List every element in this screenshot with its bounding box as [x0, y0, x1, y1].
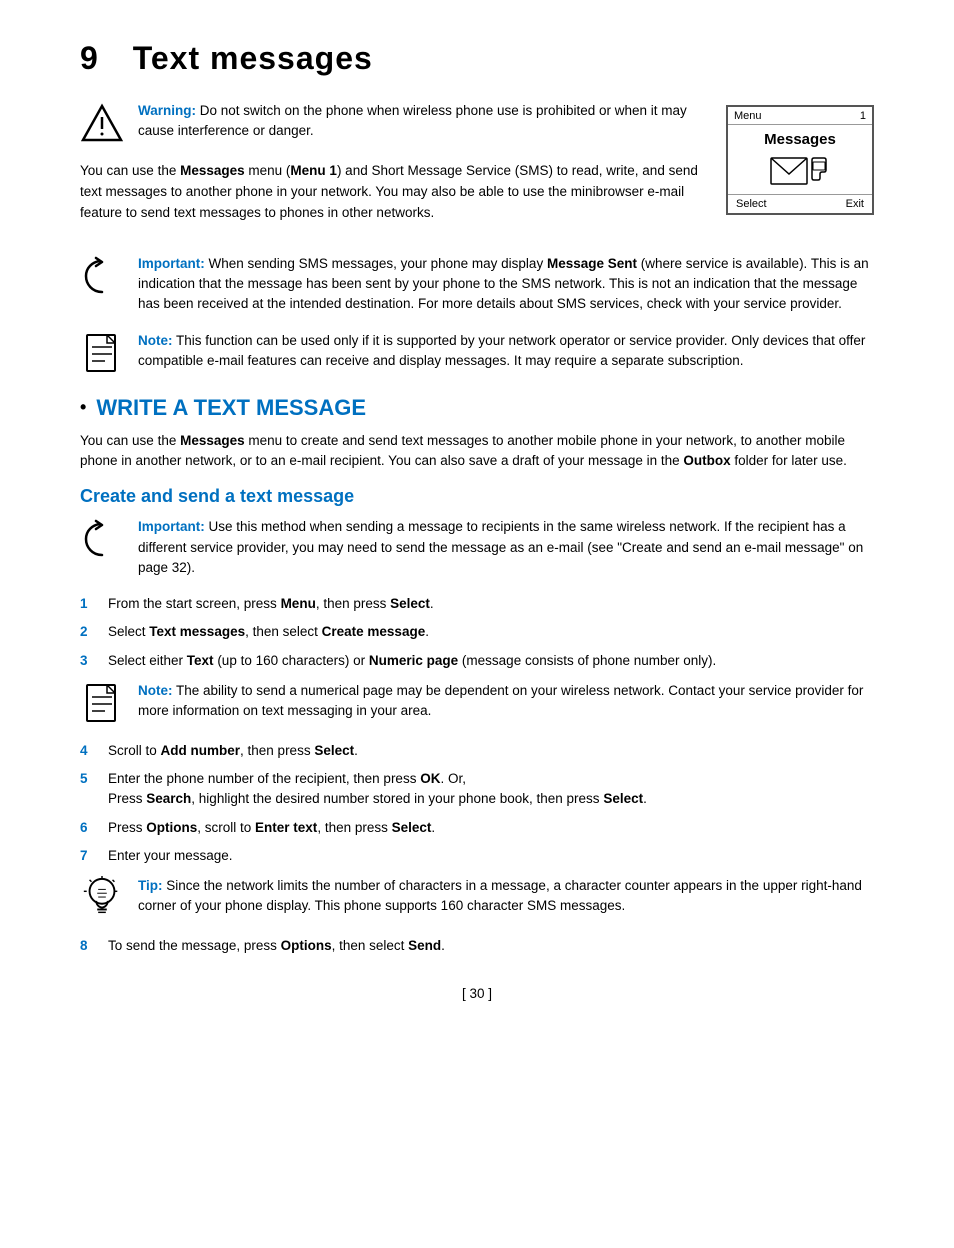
tip-label: Tip:	[138, 878, 163, 893]
step-1: 1 From the start screen, press Menu, the…	[80, 594, 874, 614]
step-content-5: Enter the phone number of the recipient,…	[108, 769, 874, 810]
page-title: 9 Text messages	[80, 40, 874, 77]
note-icon-2	[80, 681, 124, 725]
curved-arrow-icon	[82, 256, 122, 296]
phone-icon-area	[728, 152, 872, 194]
write-text-message-section: • WRITE A TEXT MESSAGE You can use the M…	[80, 395, 874, 957]
note-block-2: Note: The ability to send a numerical pa…	[80, 681, 874, 725]
step-8: 8 To send the message, press Options, th…	[80, 936, 874, 956]
warning-block: Warning: Do not switch on the phone when…	[80, 101, 706, 145]
step-num-1: 1	[80, 594, 98, 614]
title-text: Text messages	[133, 40, 373, 76]
step-content-4: Scroll to Add number, then press Select.	[108, 741, 874, 761]
step-5: 5 Enter the phone number of the recipien…	[80, 769, 874, 810]
note-icon-1	[80, 331, 124, 375]
phone-screen-illustration: Menu 1 Messages Select Exit	[726, 105, 874, 215]
phone-select-label: Select	[736, 198, 767, 210]
step-num-3: 3	[80, 651, 98, 671]
step-content-6: Press Options, scroll to Enter text, the…	[108, 818, 874, 838]
tip-block: Tip: Since the network limits the number…	[80, 876, 874, 920]
important-text-1: Important: When sending SMS messages, yo…	[138, 254, 874, 315]
step-7: 7 Enter your message.	[80, 846, 874, 866]
top-left-content: Warning: Do not switch on the phone when…	[80, 101, 706, 238]
write-text-message-body: You can use the Messages menu to create …	[80, 431, 874, 473]
step-content-7: Enter your message.	[108, 846, 874, 866]
important-icon-2	[80, 517, 124, 561]
important-block-2: Important: Use this method when sending …	[80, 517, 874, 578]
top-section: Warning: Do not switch on the phone when…	[80, 101, 874, 238]
important-text-2: Important: Use this method when sending …	[138, 517, 874, 578]
warning-text: Warning: Do not switch on the phone when…	[138, 101, 706, 142]
important-label-1: Important:	[138, 256, 205, 271]
important-body-2: Use this method when sending a message t…	[138, 519, 863, 575]
lightbulb-icon	[80, 873, 124, 923]
warning-body: Do not switch on the phone when wireless…	[138, 103, 687, 138]
step-num-8: 8	[80, 936, 98, 956]
note-label-2: Note:	[138, 683, 173, 698]
important-block-1: Important: When sending SMS messages, yo…	[80, 254, 874, 315]
phone-number: 1	[860, 110, 866, 122]
tip-body: Since the network limits the number of c…	[138, 878, 862, 913]
note-body-2: The ability to send a numerical page may…	[138, 683, 863, 718]
step-2: 2 Select Text messages, then select Crea…	[80, 622, 874, 642]
note-text-2: Note: The ability to send a numerical pa…	[138, 681, 874, 722]
step-num-2: 2	[80, 622, 98, 642]
step-content-2: Select Text messages, then select Create…	[108, 622, 874, 642]
steps-list-3: 8 To send the message, press Options, th…	[80, 936, 874, 956]
page-footer: [ 30 ]	[80, 986, 874, 1001]
section-title: WRITE A TEXT MESSAGE	[96, 395, 366, 421]
envelope-phone-icon	[770, 152, 830, 194]
page-number: [ 30 ]	[462, 986, 492, 1001]
section-bullet: •	[80, 397, 86, 418]
chapter-number: 9	[80, 40, 99, 76]
step-content-3: Select either Text (up to 160 characters…	[108, 651, 874, 671]
step-3: 3 Select either Text (up to 160 characte…	[80, 651, 874, 671]
create-send-subsection: Create and send a text message Important…	[80, 486, 874, 956]
steps-list-1: 1 From the start screen, press Menu, the…	[80, 594, 874, 671]
step-num-6: 6	[80, 818, 98, 838]
step-num-4: 4	[80, 741, 98, 761]
tip-icon	[80, 876, 124, 920]
tip-text: Tip: Since the network limits the number…	[138, 876, 874, 917]
phone-center-text: Messages	[728, 125, 872, 152]
phone-menu-label: Menu	[734, 110, 762, 122]
important-body-1: When sending SMS messages, your phone ma…	[138, 256, 869, 312]
body-paragraph-1: You can use the Messages menu (Menu 1) a…	[80, 161, 706, 224]
step-6: 6 Press Options, scroll to Enter text, t…	[80, 818, 874, 838]
write-text-message-header: • WRITE A TEXT MESSAGE	[80, 395, 874, 421]
note-label-1: Note:	[138, 333, 173, 348]
create-send-header: Create and send a text message	[80, 486, 874, 507]
step-num-5: 5	[80, 769, 98, 789]
note-page-icon	[83, 333, 121, 373]
steps-list-2: 4 Scroll to Add number, then press Selec…	[80, 741, 874, 866]
step-num-7: 7	[80, 846, 98, 866]
important-icon-1	[80, 254, 124, 298]
warning-label: Warning:	[138, 103, 196, 118]
note-block-1: Note: This function can be used only if …	[80, 331, 874, 375]
step-4: 4 Scroll to Add number, then press Selec…	[80, 741, 874, 761]
step-content-1: From the start screen, press Menu, then …	[108, 594, 874, 614]
note-page-icon-2	[83, 683, 121, 723]
step-content-8: To send the message, press Options, then…	[108, 936, 874, 956]
note-body-1: This function can be used only if it is …	[138, 333, 865, 368]
warning-icon	[80, 101, 124, 145]
note-text-1: Note: This function can be used only if …	[138, 331, 874, 372]
phone-exit-label: Exit	[846, 198, 864, 210]
curved-arrow-icon-2	[82, 519, 122, 559]
important-label-2: Important:	[138, 519, 205, 534]
